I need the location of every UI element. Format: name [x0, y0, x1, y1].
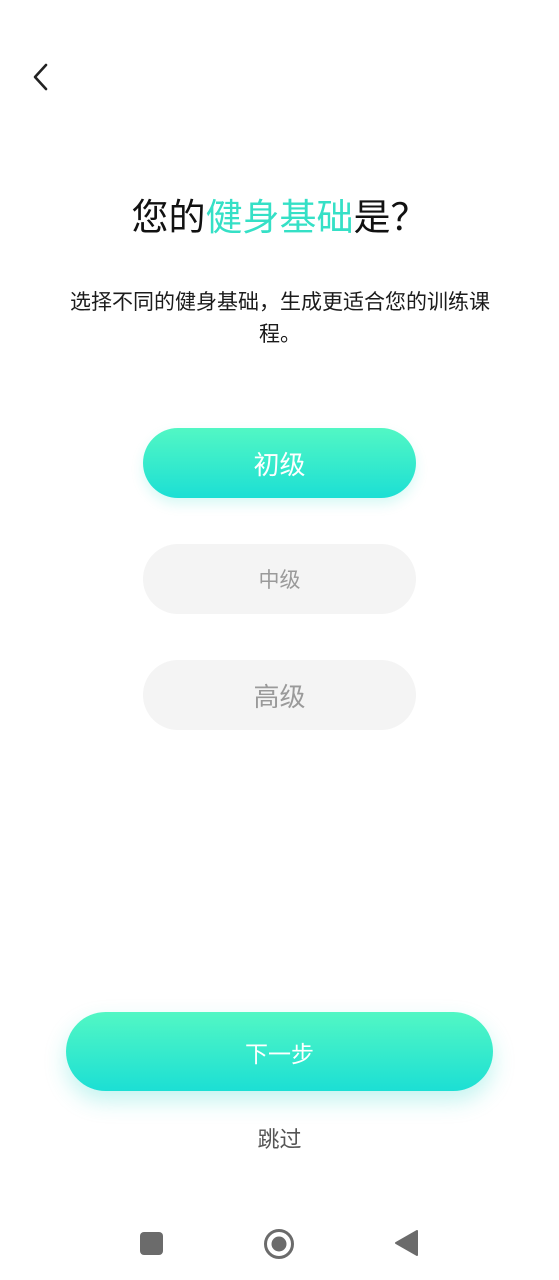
- skip-button[interactable]: 跳过: [0, 1124, 559, 1158]
- home-circle-icon[interactable]: [263, 1228, 295, 1260]
- title-prefix: 您的: [131, 196, 206, 239]
- back-button[interactable]: [24, 58, 58, 96]
- system-nav-bar: [0, 1208, 559, 1280]
- level-option-intermediate[interactable]: 中级: [143, 544, 416, 614]
- next-button[interactable]: 下一步: [66, 1012, 493, 1091]
- title-highlight: 健身基础: [205, 196, 354, 239]
- page-subtitle: 选择不同的健身基础，生成更适合您的训练课程。: [70, 290, 490, 346]
- page-title: 您的健身基础是？: [0, 190, 559, 246]
- chevron-left-icon: [33, 63, 48, 91]
- triangle-back-icon[interactable]: [394, 1229, 418, 1257]
- level-option-beginner[interactable]: 初级: [143, 428, 416, 498]
- level-label: 初级: [253, 450, 306, 481]
- level-option-advanced[interactable]: 高级: [143, 660, 416, 730]
- recent-apps-square-icon[interactable]: [140, 1232, 163, 1255]
- level-label: 高级: [253, 682, 306, 713]
- title-suffix: 是？: [353, 196, 428, 239]
- next-button-label: 下一步: [245, 1041, 314, 1068]
- level-label: 中级: [258, 568, 301, 592]
